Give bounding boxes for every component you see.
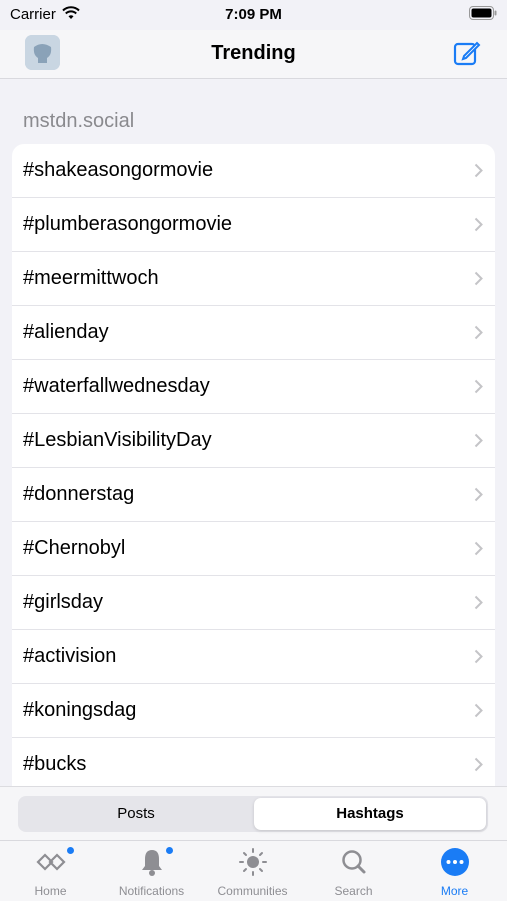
search-icon [337,847,371,877]
home-icon [34,847,68,877]
hashtag-row[interactable]: #bucks [12,738,495,786]
hashtag-row[interactable]: #meermittwoch [12,252,495,306]
chevron-right-icon [474,379,483,399]
hashtag-label: #shakeasongormovie [23,159,214,181]
status-bar: Carrier 7:09 PM [0,0,507,30]
segment-posts[interactable]: Posts [20,798,252,830]
badge-dot [166,847,173,854]
chevron-right-icon [474,703,483,723]
compose-icon [453,41,481,66]
hashtag-label: #bucks [23,753,87,775]
chevron-right-icon [474,163,483,183]
hashtag-row[interactable]: #LesbianVisibilityDay [12,414,495,468]
hashtag-row[interactable]: #donnerstag [12,468,495,522]
hashtag-label: #koningsdag [23,699,137,721]
hashtag-label: #Chernobyl [23,537,126,559]
navigation-bar: Trending [0,30,507,79]
chevron-right-icon [474,757,483,777]
instance-section-label: mstdn.social [23,110,135,132]
sun-icon [236,847,270,877]
tab-home[interactable]: Home [0,841,101,901]
status-time: 7:09 PM [225,6,282,23]
hashtag-row[interactable]: #Chernobyl [12,522,495,576]
hashtag-row[interactable]: #alienday [12,306,495,360]
compose-button[interactable] [452,38,482,68]
hashtag-row[interactable]: #shakeasongormovie [12,144,495,198]
hashtag-row[interactable]: #activision [12,630,495,684]
tab-label: Home [34,884,67,898]
tab-label: More [440,884,469,898]
tab-bar: Home Notifications Communities Search Mo… [0,840,507,901]
badge-dot [67,847,74,854]
chevron-right-icon [474,487,483,507]
tab-more[interactable]: More [404,841,505,901]
segmented-control-bar: Posts Hashtags [0,786,507,841]
page-title: Trending [211,42,296,64]
hashtag-list: #shakeasongormovie #plumberasongormovie … [12,144,495,786]
hashtag-label: #girlsday [23,591,104,613]
hashtag-row[interactable]: #koningsdag [12,684,495,738]
segment-hashtags[interactable]: Hashtags [254,798,486,830]
chevron-right-icon [474,217,483,237]
hashtag-row[interactable]: #girlsday [12,576,495,630]
tab-label: Notifications [118,884,185,898]
segmented-control: Posts Hashtags [18,796,488,832]
hashtag-row[interactable]: #plumberasongormovie [12,198,495,252]
tab-search[interactable]: Search [303,841,404,901]
chevron-right-icon [474,649,483,669]
tab-communities[interactable]: Communities [202,841,303,901]
hashtag-label: #donnerstag [23,483,135,505]
chevron-right-icon [474,595,483,615]
hashtag-label: #meermittwoch [23,267,159,289]
chevron-right-icon [474,541,483,561]
hashtag-label: #plumberasongormovie [23,213,233,235]
battery-icon [469,6,497,25]
tab-label: Search [334,884,373,898]
hashtag-label: #waterfallwednesday [23,375,210,397]
tab-label: Communities [217,884,288,898]
hashtag-label: #alienday [23,321,109,343]
hashtag-row[interactable]: #waterfallwednesday [12,360,495,414]
more-icon [438,847,472,877]
chevron-right-icon [474,325,483,345]
chevron-right-icon [474,433,483,453]
tab-notifications[interactable]: Notifications [101,841,202,901]
hashtag-label: #activision [23,645,117,667]
bell-icon [135,847,169,877]
chevron-right-icon [474,271,483,291]
hashtag-label: #LesbianVisibilityDay [23,429,212,451]
